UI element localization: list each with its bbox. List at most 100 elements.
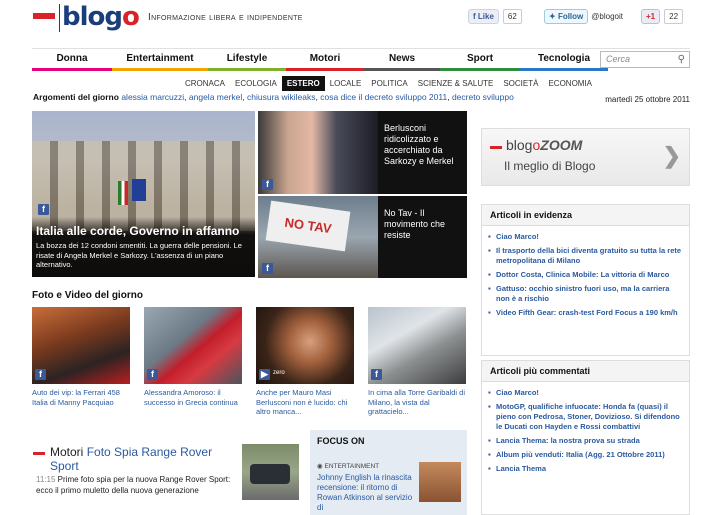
twitter-follow-widget[interactable]: ✦ Follow @blogoit (544, 9, 623, 24)
twitter-follow-button[interactable]: ✦ Follow (544, 9, 589, 24)
nav-item-lifestyle[interactable]: Lifestyle (208, 49, 286, 71)
video-play-icon[interactable]: ▶ (259, 369, 270, 380)
nav-color-bar (32, 68, 112, 71)
photo-thumb-masi[interactable]: ▶ zero (256, 307, 354, 384)
photo-thumb-amoroso[interactable]: f (144, 307, 242, 384)
hero-title[interactable]: Italia alle corde, Governo in affanno (36, 224, 239, 238)
focus-link[interactable]: Johnny English la rinascita recensione: … (317, 473, 417, 513)
nav-item-news[interactable]: News (364, 49, 440, 71)
tile-headline[interactable]: Berlusconi ridicolizzato e accerchiato d… (384, 123, 464, 167)
motori-category[interactable]: Motori (50, 445, 83, 459)
article-link[interactable]: Dottor Costa, Clinica Mobile: La vittori… (488, 270, 683, 280)
facebook-like-button[interactable]: f Like (468, 9, 499, 24)
topic-link[interactable]: decreto sviluppo (452, 92, 514, 102)
nav-item-donna[interactable]: Donna (32, 49, 112, 71)
nav-item-tecnologia[interactable]: Tecnologia (520, 49, 608, 71)
subnav-item[interactable]: CRONACA (180, 76, 230, 91)
article-link[interactable]: Il trasporto della bici diventa gratuito… (488, 246, 683, 266)
nav-item-label: Lifestyle (226, 53, 268, 64)
nav-color-bar (520, 68, 608, 71)
motori-thumbnail[interactable] (242, 444, 299, 500)
car-shape (250, 464, 290, 484)
photo-caption[interactable]: Alessandra Amoroso: il successo in Greci… (144, 388, 244, 407)
eu-flag (132, 179, 146, 201)
facebook-like-widget[interactable]: f Like 62 (468, 9, 522, 24)
logo-separator (59, 4, 60, 32)
photo-thumb-torre[interactable]: f (368, 307, 466, 384)
blogo-zoom-banner[interactable]: blogoZOOM Il meglio di Blogo ❯ (481, 128, 690, 186)
topic-link[interactable]: angela merkel (189, 92, 242, 102)
zoom-subtitle: Il meglio di Blogo (504, 159, 596, 173)
motori-time: 11:15 (36, 475, 56, 484)
facebook-like-label: Like (477, 12, 494, 21)
zoom-title: blogoZOOM (506, 137, 582, 153)
twitter-follow-label: Follow (557, 12, 584, 21)
nav-item-sport[interactable]: Sport (440, 49, 520, 71)
gplus-count: 22 (664, 9, 684, 24)
site-header: blogo Informazione libera e indipendente… (0, 0, 720, 40)
articoli-evidenza-panel: Articoli in evidenza Ciao Marco! Il trasp… (481, 204, 690, 356)
search-placeholder: Cerca (606, 54, 631, 64)
blogo-logo[interactable]: blogo (62, 2, 140, 32)
nav-item-entertainment[interactable]: Entertainment (112, 49, 208, 71)
hero-story[interactable]: f Italia alle corde, Governo in affanno … (32, 111, 255, 277)
photo-caption[interactable]: In cima alla Torre Garibaldi di Milano, … (368, 388, 468, 417)
facebook-like-count: 62 (502, 9, 522, 24)
search-icon[interactable]: ⚲ (678, 54, 685, 65)
topic-link[interactable]: chiusura wikileaks (247, 92, 316, 102)
facebook-share-icon[interactable]: f (262, 179, 273, 190)
hero-summary: La bozza dei 12 condoni smentiti. La gue… (36, 241, 242, 269)
nav-item-label: Motori (309, 53, 341, 64)
motori-headline[interactable]: Motori Foto Spia Range Rover Sport (50, 445, 240, 473)
facebook-share-icon[interactable]: f (262, 263, 273, 274)
topic-link[interactable]: cosa dice il decreto sviluppo 2011 (320, 92, 447, 102)
news-tile-berlusconi[interactable]: f Berlusconi ridicolizzato e accerchiato… (258, 111, 467, 194)
article-link[interactable]: Ciao Marco! (488, 232, 683, 242)
nav-item-label: Sport (466, 53, 494, 64)
subnav-item[interactable]: ECOLOGIA (230, 76, 282, 91)
topics-label: Argomenti del giorno (33, 92, 119, 102)
facebook-share-icon[interactable]: f (35, 369, 46, 380)
facebook-share-icon[interactable]: f (38, 204, 49, 215)
photo-caption[interactable]: Auto dei vip: la Ferrari 458 Italia di M… (32, 388, 132, 407)
article-link[interactable]: Lancia Thema (488, 464, 683, 474)
tile-headline[interactable]: No Tav - Il movimento che resiste (384, 208, 464, 241)
subnav-item[interactable]: ESTERO (281, 76, 325, 91)
facebook-share-icon[interactable]: f (371, 369, 382, 380)
twitter-handle: @blogoit (591, 12, 623, 21)
article-link[interactable]: Album più venduti: Italia (Agg. 21 Ottob… (488, 450, 683, 460)
main-navigation: Donna Entertainment Lifestyle Motori News Spo… (32, 48, 690, 71)
subnav-item[interactable]: SCIENZE & SALUTE (413, 76, 499, 91)
news-tile-notav[interactable]: NO TAV f No Tav - Il movimento che resis… (258, 196, 467, 278)
subnav-item[interactable]: POLITICA (366, 76, 412, 91)
subnav-item[interactable]: LOCALE (325, 76, 367, 91)
tagline: Informazione libera e indipendente (148, 12, 303, 23)
article-link[interactable]: MotoGP, qualifiche infuocate: Honda fa (… (488, 402, 683, 432)
gplus-button[interactable]: +1 (641, 9, 661, 24)
italian-flag (118, 181, 128, 205)
nav-item-motori[interactable]: Motori (286, 49, 364, 71)
focus-thumbnail[interactable] (419, 462, 461, 502)
photo-thumb-ferrari[interactable]: f (32, 307, 130, 384)
photo-caption[interactable]: Anche per Mauro Masi Berlusconi non è lu… (256, 388, 356, 417)
topic-link[interactable]: alessia marcuzzi (121, 92, 184, 102)
facebook-share-icon[interactable]: f (147, 369, 158, 380)
subnav-item[interactable]: ECONOMIA (543, 76, 597, 91)
article-link[interactable]: Lancia Thema: la nostra prova su strada (488, 436, 683, 446)
motori-summary: 11:15 Prime foto spia per la nuova Range… (36, 474, 236, 496)
nav-color-bar (286, 68, 364, 71)
article-link[interactable]: Video Fifth Gear: crash-test Ford Focus … (488, 308, 683, 318)
evidenza-title: Articoli in evidenza (482, 205, 689, 226)
search-input[interactable]: Cerca ⚲ (600, 51, 690, 68)
gplus-widget[interactable]: +1 22 (641, 9, 684, 24)
twitter-bird-icon: ✦ (549, 12, 558, 21)
chevron-right-icon[interactable]: ❯ (663, 143, 681, 169)
nav-item-label: Tecnologia (537, 53, 591, 64)
article-link[interactable]: Ciao Marco! (488, 388, 683, 398)
nav-item-label: News (388, 53, 416, 64)
nav-item-label: Donna (56, 53, 88, 64)
photos-section-title: Foto e Video del giorno (32, 290, 143, 301)
article-link[interactable]: Gattuso: occhio sinistro fuori uso, ma l… (488, 284, 683, 304)
subnav-item[interactable]: SOCIETÀ (498, 76, 543, 91)
section-subnav: CRONACA ECOLOGIA ESTERO LOCALE POLITICA SCIEN… (180, 76, 597, 91)
